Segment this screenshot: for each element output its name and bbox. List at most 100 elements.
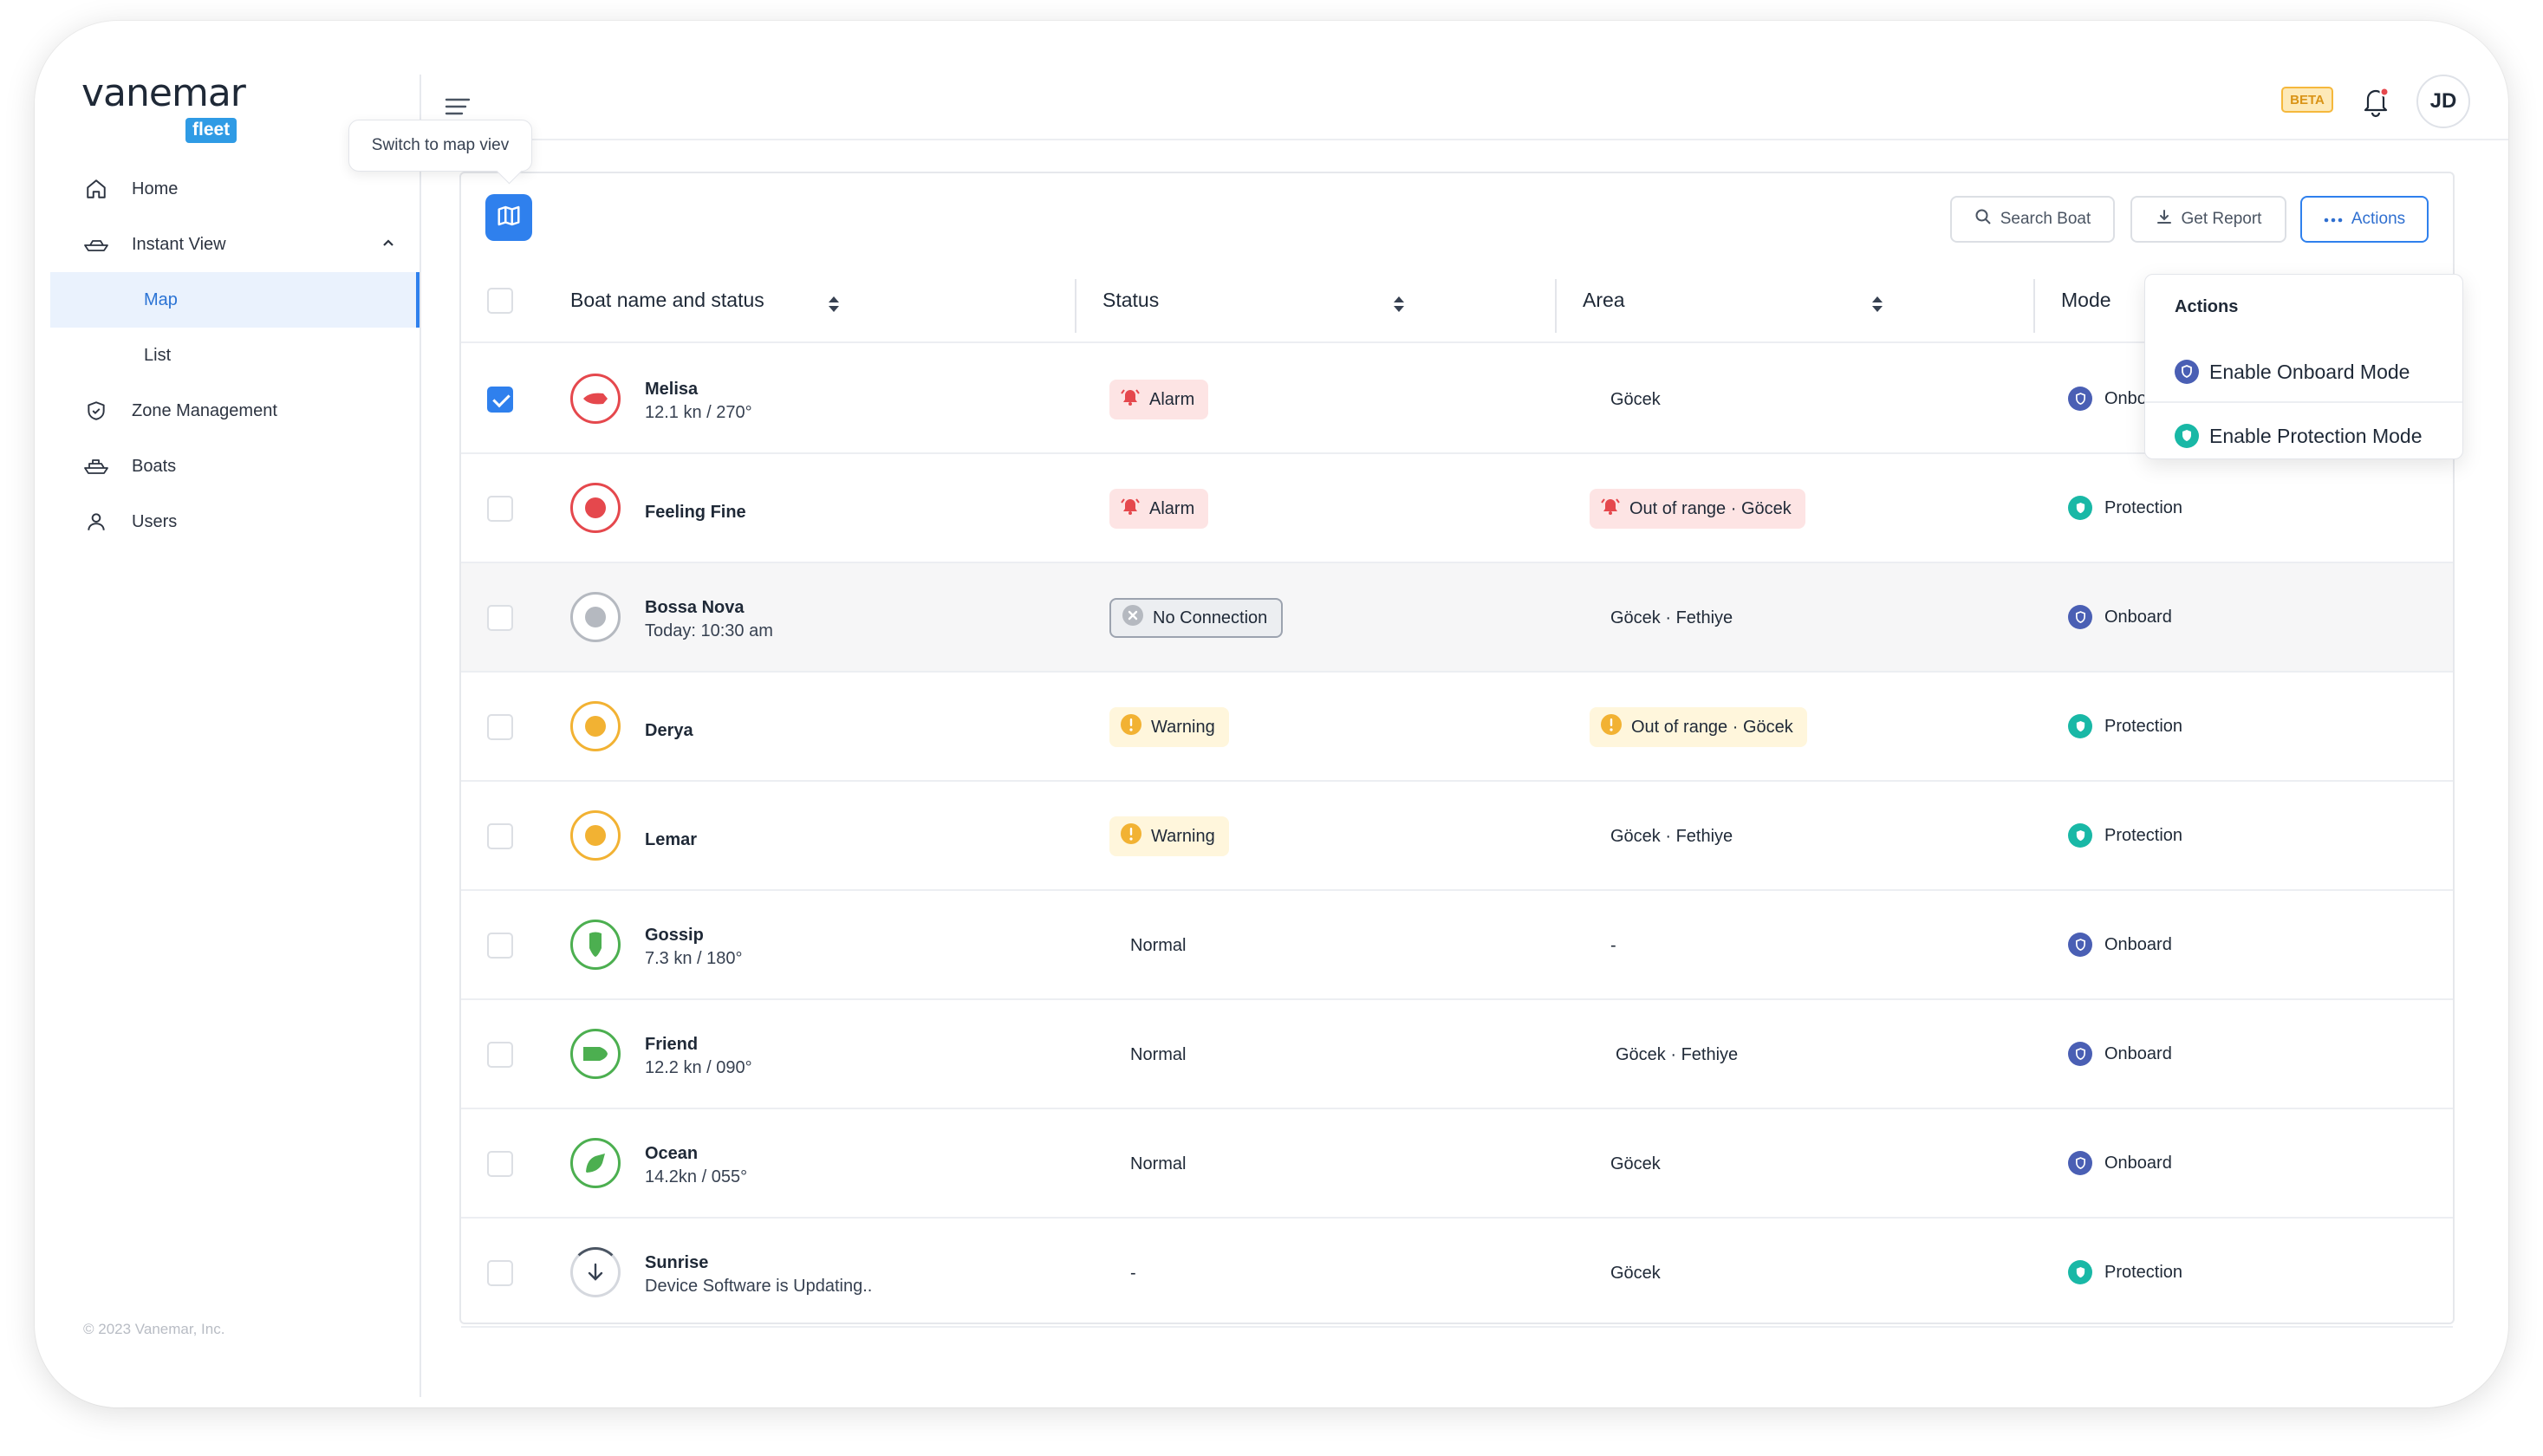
- boat-subtext: 7.3 kn / 180°: [645, 949, 743, 968]
- sidebar-item-zone-management[interactable]: Zone Management: [50, 383, 421, 439]
- get-report-label: Get Report: [2181, 210, 2262, 228]
- table-row[interactable]: Ocean 14.2kn / 055° Normal Göcek Onboard: [461, 1109, 2453, 1219]
- column-header-boat[interactable]: Boat name and status: [570, 257, 764, 343]
- column-separator: [1075, 279, 1076, 333]
- logo-badge: fleet: [185, 118, 237, 143]
- boat-status-icon: [570, 1138, 621, 1188]
- sidebar-item-boats[interactable]: Boats: [50, 439, 421, 494]
- sidebar-item-instant-view[interactable]: Instant View: [50, 217, 421, 272]
- notification-bell-icon[interactable]: [2356, 81, 2396, 121]
- shield-icon: [83, 398, 109, 424]
- table-row[interactable]: Gossip 7.3 kn / 180° Normal - Onboard: [461, 891, 2453, 1000]
- column-header-mode[interactable]: Mode: [2061, 257, 2111, 343]
- boat-subtext: 12.1 kn / 270°: [645, 403, 752, 422]
- table-row[interactable]: Derya Warning Out of range · Göcek Protecti…: [461, 673, 2453, 782]
- table-row[interactable]: Lemar Warning Göcek · Fethiye Protection: [461, 782, 2453, 891]
- sort-icon[interactable]: [827, 295, 841, 314]
- search-boat-button[interactable]: Search Boat: [1950, 196, 2115, 243]
- table-row[interactable]: Friend 12.2 kn / 090° Normal Göcek · Fethiy…: [461, 1000, 2453, 1109]
- mode-indicator: Onboard: [2068, 1042, 2172, 1066]
- status-label: Warning: [1151, 826, 1215, 846]
- app-window: vanemar fleet Home Instant View Map List…: [35, 21, 2508, 1407]
- alarm-icon: [1600, 496, 1621, 522]
- actions-dropdown-title: Actions: [2175, 297, 2239, 316]
- sidebar-item-map[interactable]: Map: [50, 272, 421, 328]
- row-checkbox[interactable]: [487, 1042, 513, 1068]
- sort-icon[interactable]: [1392, 295, 1406, 314]
- column-header-area[interactable]: Area: [1583, 257, 1625, 343]
- boat-status-icon: [570, 810, 621, 861]
- row-checkbox[interactable]: [487, 1151, 513, 1177]
- row-checkbox[interactable]: [487, 496, 513, 522]
- topbar-divider: [421, 139, 2508, 140]
- protection-mode-icon: [2068, 496, 2092, 520]
- column-separator: [2033, 279, 2035, 333]
- map-view-button[interactable]: [485, 194, 532, 241]
- boat-name[interactable]: Ocean: [645, 1144, 698, 1164]
- status-text: -: [1130, 1264, 1136, 1283]
- chevron-up-icon[interactable]: [380, 234, 397, 257]
- mode-label: Protection: [2104, 1262, 2183, 1282]
- mode-indicator: Protection: [2068, 496, 2182, 520]
- onboard-mode-icon: [2068, 605, 2092, 629]
- get-report-button[interactable]: Get Report: [2130, 196, 2286, 243]
- actions-button[interactable]: Actions: [2300, 196, 2429, 243]
- status-badge: Warning: [1109, 816, 1229, 856]
- row-checkbox[interactable]: [487, 933, 513, 959]
- column-header-status[interactable]: Status: [1102, 257, 1159, 343]
- boat-name[interactable]: Bossa Nova: [645, 598, 745, 618]
- status-label: Alarm: [1149, 389, 1195, 409]
- status-badge: Alarm: [1109, 380, 1209, 419]
- boat-name[interactable]: Lemar: [645, 830, 697, 850]
- avatar[interactable]: JD: [2416, 75, 2470, 128]
- boat-name[interactable]: Friend: [645, 1035, 698, 1055]
- sort-icon[interactable]: [1870, 295, 1884, 314]
- sidebar-item-list[interactable]: List: [50, 328, 421, 383]
- enable-protection-mode-item[interactable]: Enable Protection Mode: [2145, 405, 2462, 467]
- boat-name[interactable]: Derya: [645, 721, 693, 741]
- table-row[interactable]: Feeling Fine Alarm Out of range · Göcek Pro…: [461, 454, 2453, 563]
- row-checkbox[interactable]: [487, 387, 513, 413]
- sidebar-item-label: Home: [132, 179, 179, 198]
- enable-onboard-mode-item[interactable]: Enable Onboard Mode: [2145, 341, 2462, 403]
- sidebar-item-label: Instant View: [132, 234, 226, 254]
- boat-name[interactable]: Melisa: [645, 380, 698, 400]
- mode-indicator: Onboard: [2068, 605, 2172, 629]
- mode-indicator: Onboard: [2068, 1151, 2172, 1175]
- boat-subtext: 12.2 kn / 090°: [645, 1058, 752, 1077]
- sidebar-nav: Home Instant View Map List Zone Manageme…: [50, 161, 421, 549]
- onboard-mode-icon: [2068, 1042, 2092, 1066]
- area-label: Out of range · Göcek: [1631, 717, 1793, 737]
- menu-toggle-icon[interactable]: [442, 94, 473, 120]
- mode-indicator: Protection: [2068, 823, 2182, 848]
- table-row[interactable]: Sunrise Device Software is Updating.. - Göc…: [461, 1219, 2453, 1328]
- row-checkbox[interactable]: [487, 714, 513, 740]
- download-icon: [2156, 208, 2173, 231]
- boat-name[interactable]: Sunrise: [645, 1253, 708, 1273]
- status-text: Normal: [1130, 1154, 1187, 1173]
- area-text: Göcek: [1610, 1154, 1661, 1173]
- row-checkbox[interactable]: [487, 823, 513, 849]
- column-header-label: Mode: [2061, 288, 2111, 311]
- select-all-checkbox[interactable]: [487, 288, 513, 314]
- sidebar-item-users[interactable]: Users: [50, 494, 421, 549]
- sidebar-item-label: List: [144, 345, 172, 365]
- map-icon: [496, 203, 522, 233]
- status-label: No Connection: [1153, 608, 1268, 627]
- boat-name[interactable]: Gossip: [645, 926, 704, 946]
- row-checkbox[interactable]: [487, 1260, 513, 1286]
- boat-status-icon: [570, 483, 621, 533]
- onboard-mode-icon: [2175, 360, 2199, 384]
- protection-mode-icon: [2068, 1260, 2092, 1284]
- area-text: Göcek: [1610, 390, 1661, 409]
- row-checkbox[interactable]: [487, 605, 513, 631]
- sidebar: vanemar fleet Home Instant View Map List…: [35, 21, 421, 1407]
- mode-label: Onboard: [2104, 1153, 2172, 1173]
- mode-label: Onboard: [2104, 1043, 2172, 1063]
- area-text: Göcek · Fethiye: [1616, 1045, 1739, 1064]
- table-row[interactable]: Bossa Nova Today: 10:30 am No Connection Gö…: [461, 563, 2453, 673]
- area-text: Göcek · Fethiye: [1610, 608, 1733, 627]
- user-icon: [83, 509, 109, 535]
- warning-icon: [1120, 713, 1142, 741]
- boat-name[interactable]: Feeling Fine: [645, 503, 746, 523]
